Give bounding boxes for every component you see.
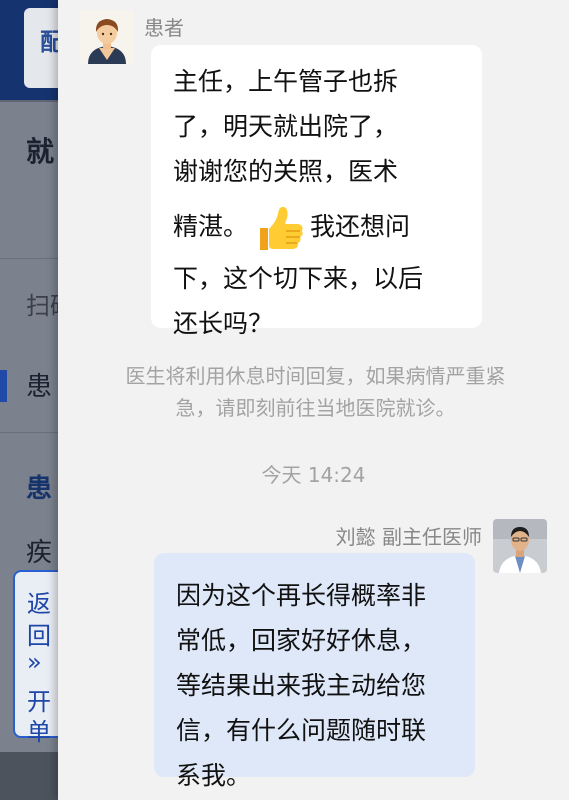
patient-avatar-icon[interactable] bbox=[80, 10, 134, 64]
screen: 配 就 扫码 患 患 疾 返 回 » 开 单 患者 主任，上午管子也拆 了，明天… bbox=[0, 0, 569, 800]
message-timestamp: 今天 14:24 bbox=[261, 463, 366, 487]
sender-name-doctor: 刘懿 副主任医师 bbox=[335, 525, 482, 549]
message-line: 信，有什么问题随时联 bbox=[176, 716, 427, 745]
chat-panel: 患者 主任，上午管子也拆 了，明天就出院了， 谢谢您的关照，医术 精湛。 我还想… bbox=[58, 0, 569, 800]
message-line: 等结果出来我主动给您 bbox=[176, 671, 427, 700]
background-disease-label: 疾 bbox=[26, 538, 53, 568]
message-text: 我还想问 bbox=[310, 212, 411, 241]
message-bubble-incoming[interactable]: 主任，上午管子也拆 了，明天就出院了， 谢谢您的关照，医术 精湛。 我还想问 下… bbox=[151, 45, 482, 338]
return-button-text: 单 bbox=[27, 718, 51, 746]
message-line: 系我。 bbox=[176, 761, 252, 790]
message-line: 精湛。 我还想问 bbox=[173, 198, 462, 256]
thumbs-up-icon bbox=[256, 204, 306, 252]
message-line: 主任，上午管子也拆 bbox=[173, 67, 399, 96]
background-patient-heading: 患 bbox=[26, 474, 53, 504]
system-notice-line: 急，请即刻前往当地医院就诊。 bbox=[175, 396, 456, 420]
message-bubble-outgoing[interactable]: 因为这个再长得概率非 常低，回家好好休息， 等结果出来我主动给您 信，有什么问题… bbox=[154, 553, 475, 790]
background-patient-label: 患 bbox=[26, 372, 53, 402]
message-text: 精湛。 bbox=[173, 212, 249, 241]
message-line: 还长吗？ bbox=[173, 309, 274, 338]
message-line: 下，这个切下来，以后 bbox=[173, 264, 424, 293]
double-chevron-right-icon: » bbox=[27, 648, 42, 676]
message-line: 了，明天就出院了， bbox=[173, 112, 399, 141]
message-line: 谢谢您的关照，医术 bbox=[173, 157, 399, 186]
system-notice: 医生将利用休息时间回复，如果病情严重紧 急，请即刻前往当地医院就诊。 bbox=[78, 360, 553, 424]
background-heading: 就 bbox=[26, 135, 55, 168]
sender-name-patient: 患者 bbox=[144, 16, 184, 40]
return-button-text: 回 bbox=[27, 622, 51, 650]
message-line: 因为这个再长得概率非 bbox=[176, 581, 427, 610]
message-line: 常低，回家好好休息， bbox=[176, 626, 427, 655]
background-active-marker bbox=[0, 370, 7, 402]
return-button-text: 返 bbox=[27, 590, 51, 618]
system-notice-line: 医生将利用休息时间回复，如果病情严重紧 bbox=[125, 364, 506, 388]
doctor-avatar-icon[interactable] bbox=[493, 519, 547, 573]
